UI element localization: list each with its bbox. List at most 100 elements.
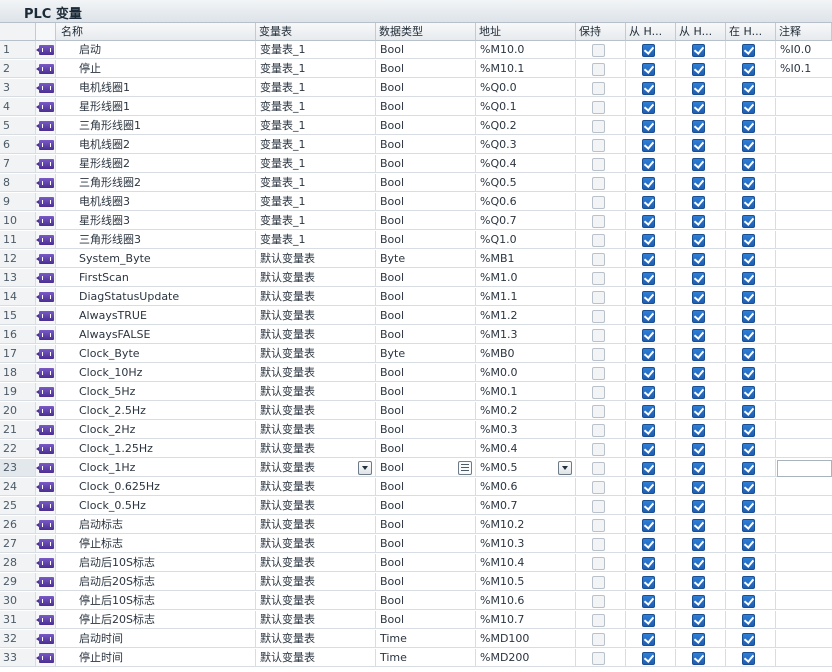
visible-in-hmi-checkbox[interactable]	[742, 405, 755, 418]
retain-checkbox[interactable]	[592, 538, 605, 551]
visible-in-hmi-checkbox[interactable]	[742, 576, 755, 589]
writable-from-hmi-checkbox[interactable]	[692, 538, 705, 551]
header-accessible-from-hmi[interactable]: 从 H...	[626, 23, 676, 41]
visible-in-hmi-checkbox[interactable]	[742, 272, 755, 285]
retain-checkbox[interactable]	[592, 101, 605, 114]
retain-checkbox[interactable]	[592, 424, 605, 437]
table-row[interactable]: 22 Clock_1.25Hz 默认变量表 Bool %M0.4	[0, 440, 832, 459]
writable-from-hmi-checkbox[interactable]	[692, 633, 705, 646]
address-cell[interactable]: %M1.1	[476, 288, 576, 306]
retain-checkbox[interactable]	[592, 310, 605, 323]
accessible-from-hmi-checkbox[interactable]	[642, 82, 655, 95]
table-row[interactable]: 29 启动后20S标志 默认变量表 Bool %M10.5	[0, 573, 832, 592]
retain-checkbox[interactable]	[592, 272, 605, 285]
data-type-cell[interactable]: Bool	[376, 459, 476, 477]
data-type-cell[interactable]: Bool	[376, 79, 476, 97]
retain-checkbox[interactable]	[592, 63, 605, 76]
comment-cell[interactable]	[776, 231, 832, 249]
accessible-from-hmi-checkbox[interactable]	[642, 253, 655, 266]
visible-in-hmi-checkbox[interactable]	[742, 557, 755, 570]
tag-name[interactable]: 星形线圈3	[56, 212, 256, 230]
tag-name[interactable]: DiagStatusUpdate	[56, 288, 256, 306]
tag-name[interactable]: 启动时间	[56, 630, 256, 648]
writable-from-hmi-checkbox[interactable]	[692, 253, 705, 266]
visible-in-hmi-checkbox[interactable]	[742, 443, 755, 456]
tag-name[interactable]: Clock_10Hz	[56, 364, 256, 382]
visible-in-hmi-checkbox[interactable]	[742, 177, 755, 190]
data-type-cell[interactable]: Bool	[376, 573, 476, 591]
table-row[interactable]: 19 Clock_5Hz 默认变量表 Bool %M0.1	[0, 383, 832, 402]
table-row[interactable]: 27 停止标志 默认变量表 Bool %M10.3	[0, 535, 832, 554]
tag-name[interactable]: Clock_0.5Hz	[56, 497, 256, 515]
accessible-from-hmi-checkbox[interactable]	[642, 481, 655, 494]
writable-from-hmi-checkbox[interactable]	[692, 63, 705, 76]
table-row[interactable]: 25 Clock_0.5Hz 默认变量表 Bool %M0.7	[0, 497, 832, 516]
visible-in-hmi-checkbox[interactable]	[742, 424, 755, 437]
data-type-cell[interactable]: Bool	[376, 383, 476, 401]
comment-cell[interactable]	[776, 307, 832, 325]
comment-cell[interactable]	[776, 497, 832, 515]
comment-cell[interactable]	[776, 383, 832, 401]
tag-table-cell[interactable]: 变量表_1	[256, 193, 376, 211]
writable-from-hmi-checkbox[interactable]	[692, 139, 705, 152]
visible-in-hmi-checkbox[interactable]	[742, 500, 755, 513]
visible-in-hmi-checkbox[interactable]	[742, 329, 755, 342]
tag-name[interactable]: 停止后10S标志	[56, 592, 256, 610]
row-index[interactable]: 4	[0, 98, 36, 116]
row-index[interactable]: 5	[0, 117, 36, 135]
retain-checkbox[interactable]	[592, 291, 605, 304]
table-row[interactable]: 28 启动后10S标志 默认变量表 Bool %M10.4	[0, 554, 832, 573]
tag-name[interactable]: Clock_2Hz	[56, 421, 256, 439]
address-cell[interactable]: %M10.0	[476, 41, 576, 59]
tag-name[interactable]: 电机线圈1	[56, 79, 256, 97]
table-row[interactable]: 32 启动时间 默认变量表 Time %MD100	[0, 630, 832, 649]
address-cell[interactable]: %Q0.2	[476, 117, 576, 135]
tag-table-cell[interactable]: 默认变量表	[256, 269, 376, 287]
tag-table-cell[interactable]: 变量表_1	[256, 60, 376, 78]
retain-checkbox[interactable]	[592, 462, 605, 475]
tag-name[interactable]: Clock_1.25Hz	[56, 440, 256, 458]
retain-checkbox[interactable]	[592, 443, 605, 456]
address-dropdown-icon[interactable]	[558, 461, 572, 475]
table-row[interactable]: 14 DiagStatusUpdate 默认变量表 Bool %M1.1	[0, 288, 832, 307]
visible-in-hmi-checkbox[interactable]	[742, 215, 755, 228]
tag-table-cell[interactable]: 变量表_1	[256, 212, 376, 230]
table-row[interactable]: 17 Clock_Byte 默认变量表 Byte %MB0	[0, 345, 832, 364]
tag-table-cell[interactable]: 默认变量表	[256, 497, 376, 515]
row-index[interactable]: 2	[0, 60, 36, 78]
visible-in-hmi-checkbox[interactable]	[742, 348, 755, 361]
data-type-cell[interactable]: Bool	[376, 98, 476, 116]
writable-from-hmi-checkbox[interactable]	[692, 234, 705, 247]
address-cell[interactable]: %M0.4	[476, 440, 576, 458]
row-index[interactable]: 22	[0, 440, 36, 458]
row-index[interactable]: 11	[0, 231, 36, 249]
accessible-from-hmi-checkbox[interactable]	[642, 424, 655, 437]
address-cell[interactable]: %Q0.3	[476, 136, 576, 154]
address-cell[interactable]: %Q0.7	[476, 212, 576, 230]
data-type-cell[interactable]: Bool	[376, 516, 476, 534]
visible-in-hmi-checkbox[interactable]	[742, 310, 755, 323]
header-comment[interactable]: 注释	[776, 23, 832, 41]
table-row[interactable]: 33 停止时间 默认变量表 Time %MD200	[0, 649, 832, 668]
writable-from-hmi-checkbox[interactable]	[692, 557, 705, 570]
table-row[interactable]: 20 Clock_2.5Hz 默认变量表 Bool %M0.2	[0, 402, 832, 421]
accessible-from-hmi-checkbox[interactable]	[642, 101, 655, 114]
tag-name[interactable]: 停止时间	[56, 649, 256, 667]
retain-checkbox[interactable]	[592, 44, 605, 57]
comment-cell[interactable]	[776, 592, 832, 610]
data-type-cell[interactable]: Bool	[376, 307, 476, 325]
tag-table-cell[interactable]: 变量表_1	[256, 117, 376, 135]
address-cell[interactable]: %Q0.6	[476, 193, 576, 211]
accessible-from-hmi-checkbox[interactable]	[642, 652, 655, 665]
comment-cell[interactable]	[776, 516, 832, 534]
accessible-from-hmi-checkbox[interactable]	[642, 538, 655, 551]
table-row[interactable]: 16 AlwaysFALSE 默认变量表 Bool %M1.3	[0, 326, 832, 345]
accessible-from-hmi-checkbox[interactable]	[642, 405, 655, 418]
table-row[interactable]: 2 停止 变量表_1 Bool %M10.1 %I0.1	[0, 60, 832, 79]
retain-checkbox[interactable]	[592, 120, 605, 133]
accessible-from-hmi-checkbox[interactable]	[642, 443, 655, 456]
address-cell[interactable]: %M0.2	[476, 402, 576, 420]
accessible-from-hmi-checkbox[interactable]	[642, 120, 655, 133]
address-cell[interactable]: %M0.5	[476, 459, 576, 477]
writable-from-hmi-checkbox[interactable]	[692, 215, 705, 228]
